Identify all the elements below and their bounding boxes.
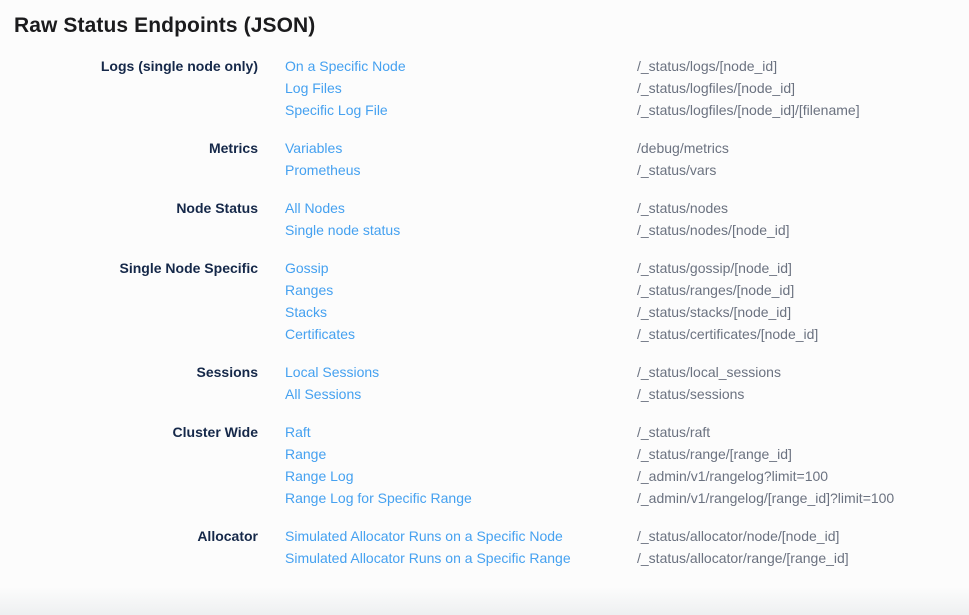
category-label: Sessions (0, 361, 258, 383)
endpoint-row: On a Specific Node /_status/logs/[node_i… (285, 55, 969, 77)
page-bottom-fade (0, 587, 969, 615)
category-label: Logs (single node only) (0, 55, 258, 77)
endpoint-row: Simulated Allocator Runs on a Specific N… (285, 525, 969, 547)
endpoint-link[interactable]: On a Specific Node (285, 55, 406, 77)
endpoint-link[interactable]: Range Log (285, 465, 354, 487)
endpoint-link[interactable]: All Nodes (285, 197, 345, 219)
endpoint-link[interactable]: Specific Log File (285, 99, 388, 121)
endpoint-group: Allocator Simulated Allocator Runs on a … (0, 525, 969, 569)
category-label: Node Status (0, 197, 258, 219)
entry-rows: Local Sessions /_status/local_sessions A… (258, 361, 969, 405)
endpoint-row: Single node status /_status/nodes/[node_… (285, 219, 969, 241)
endpoint-link[interactable]: Prometheus (285, 159, 360, 181)
endpoint-path: /debug/metrics (637, 137, 969, 159)
endpoint-link[interactable]: Log Files (285, 77, 342, 99)
endpoint-link[interactable]: Gossip (285, 257, 329, 279)
endpoint-row: Specific Log File /_status/logfiles/[nod… (285, 99, 969, 121)
endpoint-groups: Logs (single node only) On a Specific No… (0, 55, 969, 569)
endpoint-row: Prometheus /_status/vars (285, 159, 969, 181)
endpoint-path: /_status/range/[range_id] (637, 443, 969, 465)
endpoint-link[interactable]: Simulated Allocator Runs on a Specific R… (285, 547, 571, 569)
endpoint-row: Ranges /_status/ranges/[node_id] (285, 279, 969, 301)
endpoint-link[interactable]: Local Sessions (285, 361, 379, 383)
category-label: Cluster Wide (0, 421, 258, 443)
endpoint-path: /_status/allocator/range/[range_id] (637, 547, 969, 569)
endpoint-row: Range Log for Specific Range /_admin/v1/… (285, 487, 969, 509)
endpoint-path: /_admin/v1/rangelog/[range_id]?limit=100 (637, 487, 969, 509)
endpoint-link[interactable]: Range (285, 443, 326, 465)
endpoint-group: Single Node Specific Gossip /_status/gos… (0, 257, 969, 345)
endpoint-path: /_status/allocator/node/[node_id] (637, 525, 969, 547)
endpoint-path: /_status/stacks/[node_id] (637, 301, 969, 323)
endpoint-row: Stacks /_status/stacks/[node_id] (285, 301, 969, 323)
endpoint-row: Range Log /_admin/v1/rangelog?limit=100 (285, 465, 969, 487)
endpoint-path: /_status/logfiles/[node_id]/[filename] (637, 99, 969, 121)
endpoint-path: /_status/raft (637, 421, 969, 443)
endpoint-path: /_status/logs/[node_id] (637, 55, 969, 77)
entry-rows: Raft /_status/raft Range /_status/range/… (258, 421, 969, 509)
entry-rows: On a Specific Node /_status/logs/[node_i… (258, 55, 969, 121)
endpoint-path: /_status/logfiles/[node_id] (637, 77, 969, 99)
endpoint-link[interactable]: Ranges (285, 279, 333, 301)
endpoint-link[interactable]: All Sessions (285, 383, 361, 405)
endpoint-path: /_status/nodes/[node_id] (637, 219, 969, 241)
endpoint-link[interactable]: Variables (285, 137, 342, 159)
endpoint-path: /_status/sessions (637, 383, 969, 405)
entry-rows: All Nodes /_status/nodes Single node sta… (258, 197, 969, 241)
endpoint-path: /_status/nodes (637, 197, 969, 219)
endpoint-link[interactable]: Stacks (285, 301, 327, 323)
endpoint-link[interactable]: Raft (285, 421, 311, 443)
endpoint-row: Raft /_status/raft (285, 421, 969, 443)
endpoint-row: Local Sessions /_status/local_sessions (285, 361, 969, 383)
endpoint-link[interactable]: Simulated Allocator Runs on a Specific N… (285, 525, 563, 547)
endpoint-path: /_status/ranges/[node_id] (637, 279, 969, 301)
endpoint-path: /_status/gossip/[node_id] (637, 257, 969, 279)
endpoint-row: All Sessions /_status/sessions (285, 383, 969, 405)
endpoint-group: Cluster Wide Raft /_status/raft Range /_… (0, 421, 969, 509)
endpoint-path: /_admin/v1/rangelog?limit=100 (637, 465, 969, 487)
endpoint-row: Gossip /_status/gossip/[node_id] (285, 257, 969, 279)
endpoint-path: /_status/local_sessions (637, 361, 969, 383)
endpoint-row: All Nodes /_status/nodes (285, 197, 969, 219)
endpoint-group: Sessions Local Sessions /_status/local_s… (0, 361, 969, 405)
entry-rows: Variables /debug/metrics Prometheus /_st… (258, 137, 969, 181)
endpoint-link[interactable]: Certificates (285, 323, 355, 345)
endpoint-group: Logs (single node only) On a Specific No… (0, 55, 969, 121)
endpoint-link[interactable]: Single node status (285, 219, 400, 241)
endpoint-row: Variables /debug/metrics (285, 137, 969, 159)
category-label: Metrics (0, 137, 258, 159)
entry-rows: Simulated Allocator Runs on a Specific N… (258, 525, 969, 569)
endpoint-row: Log Files /_status/logfiles/[node_id] (285, 77, 969, 99)
endpoint-row: Simulated Allocator Runs on a Specific R… (285, 547, 969, 569)
raw-status-endpoints-page: Raw Status Endpoints (JSON) Logs (single… (0, 12, 969, 615)
category-label: Allocator (0, 525, 258, 547)
endpoint-path: /_status/vars (637, 159, 969, 181)
endpoint-link[interactable]: Range Log for Specific Range (285, 487, 472, 509)
endpoint-row: Certificates /_status/certificates/[node… (285, 323, 969, 345)
endpoint-row: Range /_status/range/[range_id] (285, 443, 969, 465)
entry-rows: Gossip /_status/gossip/[node_id] Ranges … (258, 257, 969, 345)
page-title: Raw Status Endpoints (JSON) (14, 12, 969, 40)
endpoint-group: Metrics Variables /debug/metrics Prometh… (0, 137, 969, 181)
endpoint-group: Node Status All Nodes /_status/nodes Sin… (0, 197, 969, 241)
category-label: Single Node Specific (0, 257, 258, 279)
endpoint-path: /_status/certificates/[node_id] (637, 323, 969, 345)
